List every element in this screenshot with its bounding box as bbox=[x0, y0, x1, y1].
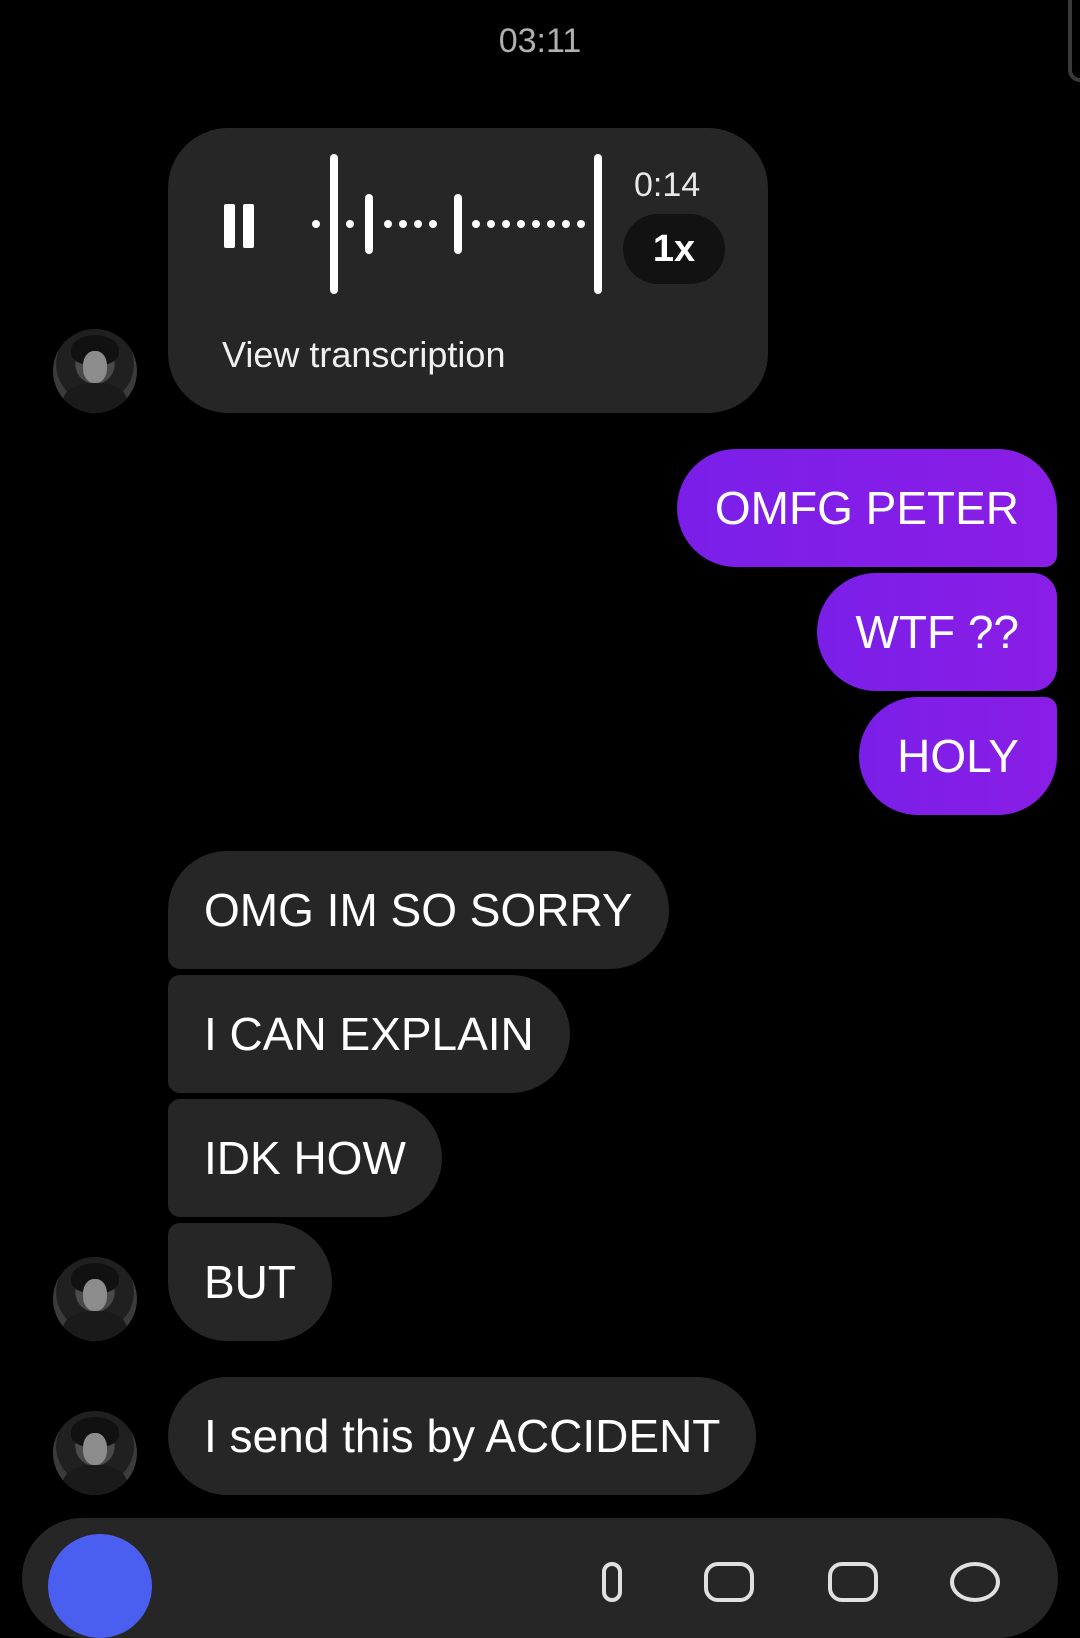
timestamp: 03:11 bbox=[498, 22, 582, 60]
outgoing-message[interactable]: OMFG PETER bbox=[676, 449, 1057, 567]
voice-duration: 0:14 bbox=[634, 166, 701, 204]
message-composer[interactable] bbox=[22, 1518, 1058, 1638]
outgoing-message[interactable]: WTF ?? bbox=[817, 573, 1057, 691]
outgoing-message[interactable]: HOLY bbox=[859, 697, 1057, 815]
voice-message[interactable]: 0:14 1x View transcription bbox=[168, 128, 768, 413]
view-transcription-link[interactable]: View transcription bbox=[222, 334, 505, 376]
gallery-icon[interactable] bbox=[704, 1562, 754, 1602]
incoming-message[interactable]: BUT bbox=[168, 1223, 332, 1341]
incoming-message[interactable]: I send this by ACCIDENT bbox=[168, 1377, 757, 1495]
playback-speed-button[interactable]: 1x bbox=[623, 214, 725, 284]
incoming-message[interactable]: OMG IM SO SORRY bbox=[168, 851, 669, 969]
avatar[interactable] bbox=[53, 1411, 137, 1495]
pause-icon[interactable] bbox=[224, 204, 254, 248]
smile-icon[interactable] bbox=[950, 1562, 1000, 1602]
sticker-icon[interactable] bbox=[828, 1562, 878, 1602]
avatar[interactable] bbox=[53, 1257, 137, 1341]
audio-waveform[interactable] bbox=[308, 154, 608, 294]
incoming-message[interactable]: I CAN EXPLAIN bbox=[168, 975, 570, 1093]
camera-icon[interactable] bbox=[48, 1534, 152, 1638]
avatar[interactable] bbox=[53, 329, 137, 413]
microphone-icon[interactable] bbox=[602, 1562, 622, 1602]
incoming-message[interactable]: IDK HOW bbox=[168, 1099, 442, 1217]
